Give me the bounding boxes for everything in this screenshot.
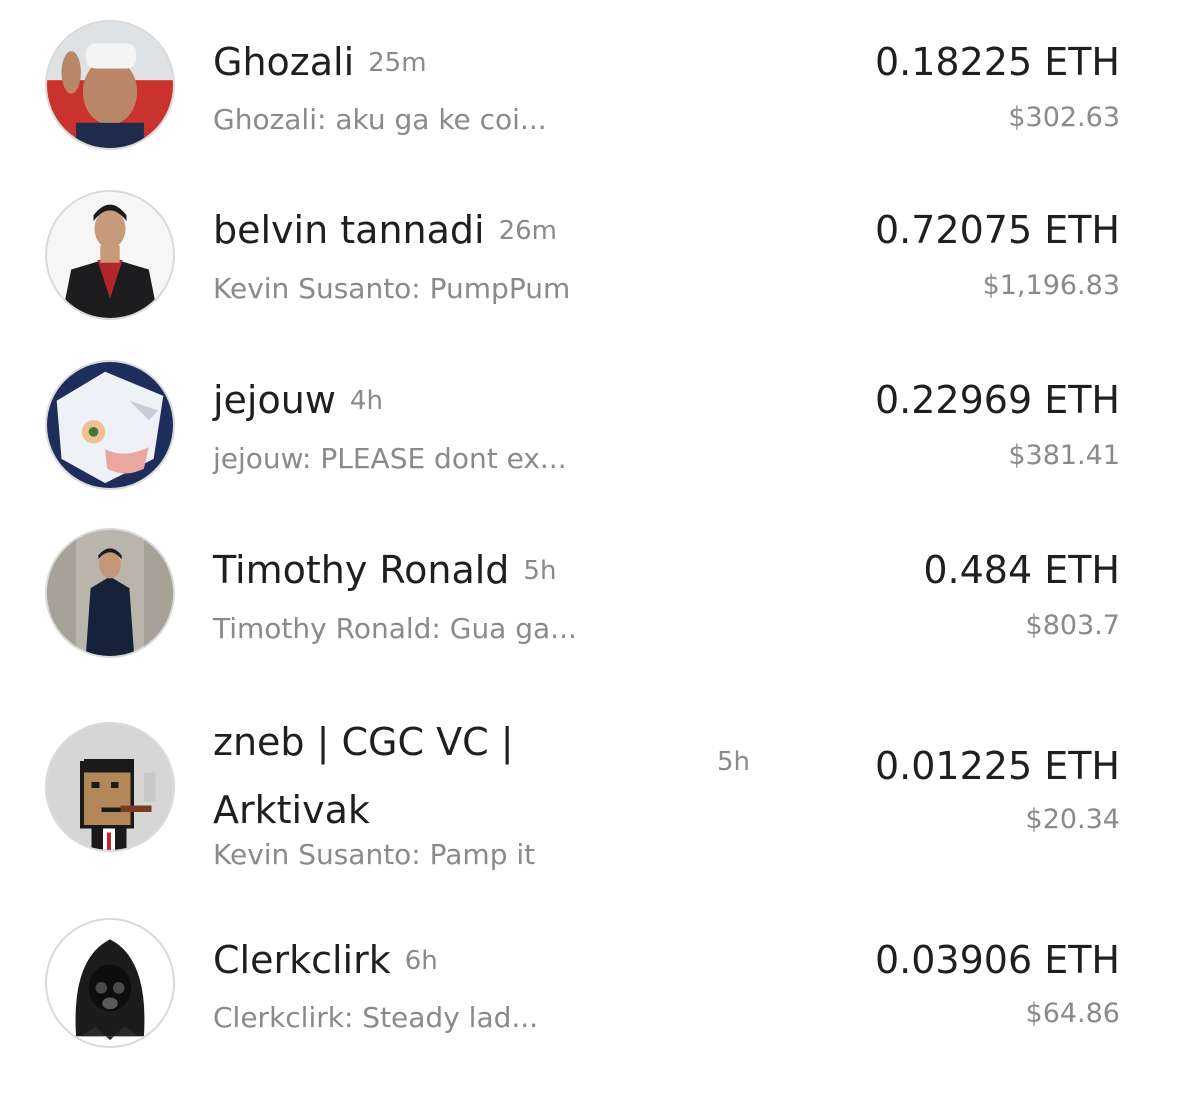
message-time: 4h bbox=[349, 386, 383, 416]
conversation-row[interactable]: jejouw 4h jejouw: PLEASE dont ex... 0.229… bbox=[0, 340, 1200, 510]
contact-name-line-1: zneb | CGC VC | bbox=[213, 720, 514, 764]
conversation-name: Ghozali 25m bbox=[213, 40, 427, 85]
message-time: 5h bbox=[717, 747, 751, 777]
contact-name: Ghozali bbox=[213, 40, 355, 84]
conversation-name: belvin tannadi 26m bbox=[213, 208, 557, 253]
message-time: 5h bbox=[523, 556, 557, 586]
conversation-row[interactable]: zneb | CGC VC | Arktivak 5h Kevin Susant… bbox=[0, 690, 1200, 905]
contact-name: belvin tannadi bbox=[213, 208, 485, 252]
eth-amount: 0.18225 ETH bbox=[874, 40, 1120, 84]
person-suit-icon[interactable] bbox=[45, 190, 175, 320]
person-coat-icon[interactable] bbox=[45, 528, 175, 658]
message-preview: Kevin Susanto: Pamp it bbox=[213, 838, 536, 871]
pixel-punk-icon[interactable] bbox=[45, 722, 175, 852]
message-preview: Kevin Susanto: PumpPum bbox=[213, 272, 571, 305]
anime-wolf-icon[interactable] bbox=[45, 360, 175, 490]
conversation-row[interactable]: Timothy Ronald 5h Timothy Ronald: Gua ga.… bbox=[0, 510, 1200, 680]
eth-amount: 0.72075 ETH bbox=[874, 208, 1120, 252]
usd-amount: $381.41 bbox=[1008, 440, 1120, 471]
message-preview: jejouw: PLEASE dont ex... bbox=[213, 442, 567, 475]
usd-amount: $1,196.83 bbox=[982, 270, 1120, 301]
usd-amount: $20.34 bbox=[1025, 804, 1120, 835]
contact-name: Timothy Ronald bbox=[213, 548, 510, 592]
conversation-name: Clerkclirk 6h bbox=[213, 938, 438, 983]
conversation-row[interactable]: Clerkclirk 6h Clerkclirk: Steady lad... 0… bbox=[0, 900, 1200, 1070]
conversation-row[interactable]: belvin tannadi 26m Kevin Susanto: PumpPum… bbox=[0, 170, 1200, 340]
eth-amount: 0.484 ETH bbox=[923, 548, 1120, 592]
usd-amount: $64.86 bbox=[1025, 998, 1120, 1029]
eth-amount: 0.22969 ETH bbox=[874, 378, 1120, 422]
contact-name-line-2: Arktivak bbox=[213, 788, 370, 832]
contact-name: jejouw bbox=[213, 378, 336, 422]
hooded-figure-icon[interactable] bbox=[45, 918, 175, 1048]
message-time: 25m bbox=[368, 48, 427, 78]
message-time: 26m bbox=[498, 216, 558, 246]
message-preview: Timothy Ronald: Gua ga... bbox=[213, 612, 577, 645]
usd-amount: $803.7 bbox=[1025, 610, 1120, 641]
person-vr-headset-icon[interactable] bbox=[45, 20, 175, 150]
contact-name: Clerkclirk bbox=[213, 938, 391, 982]
message-time: 6h bbox=[404, 946, 438, 976]
message-preview: Ghozali: aku ga ke coi... bbox=[213, 103, 547, 136]
eth-amount: 0.03906 ETH bbox=[874, 938, 1120, 982]
conversation-name: Timothy Ronald 5h bbox=[213, 548, 556, 593]
conversation-row[interactable]: Ghozali 25m Ghozali: aku ga ke coi... 0.1… bbox=[0, 0, 1200, 170]
conversation-list: Ghozali 25m Ghozali: aku ga ke coi... 0.1… bbox=[0, 0, 1200, 1094]
usd-amount: $302.63 bbox=[1008, 102, 1120, 133]
message-preview: Clerkclirk: Steady lad... bbox=[213, 1001, 539, 1034]
eth-amount: 0.01225 ETH bbox=[874, 744, 1120, 788]
conversation-name: zneb | CGC VC | Arktivak bbox=[213, 708, 514, 844]
conversation-name: jejouw 4h bbox=[213, 378, 383, 423]
